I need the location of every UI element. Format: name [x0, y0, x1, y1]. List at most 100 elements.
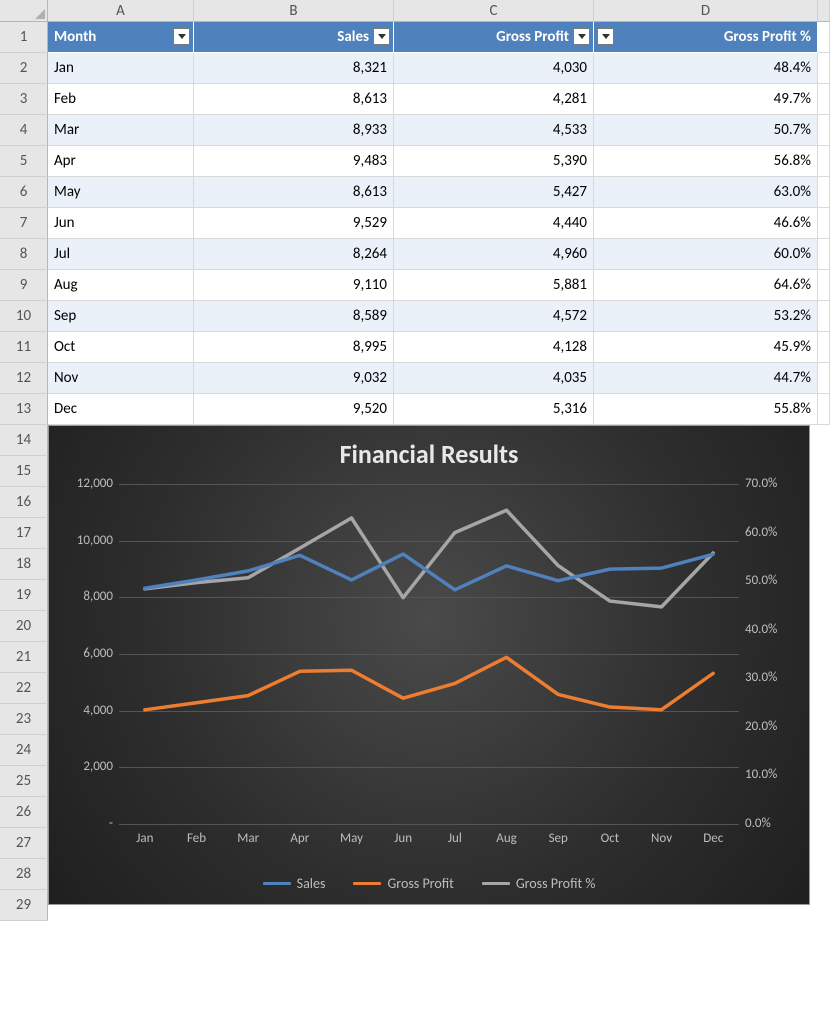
row-header-3[interactable]: 3 [0, 84, 48, 115]
filter-dropdown-icon[interactable] [373, 28, 390, 45]
cell-sales[interactable]: 8,589 [194, 301, 394, 332]
filter-dropdown-icon[interactable] [573, 28, 590, 45]
table-header-gross-profit-pct[interactable]: Gross Profit % [594, 22, 818, 53]
row-header-25[interactable]: 25 [0, 766, 48, 797]
cell-month[interactable]: Jun [48, 208, 194, 239]
cell-month[interactable]: Oct [48, 332, 194, 363]
select-all-corner[interactable] [0, 0, 48, 22]
row-header-23[interactable]: 23 [0, 704, 48, 735]
cell-sales[interactable]: 8,995 [194, 332, 394, 363]
cell-gross-profit[interactable]: 5,390 [394, 146, 594, 177]
cell-sales[interactable]: 8,321 [194, 53, 394, 84]
cell-sales[interactable]: 9,032 [194, 363, 394, 394]
filter-dropdown-icon[interactable] [173, 28, 190, 45]
row-header-26[interactable]: 26 [0, 797, 48, 828]
cell-month[interactable]: Jul [48, 239, 194, 270]
row-header-16[interactable]: 16 [0, 487, 48, 518]
cell-gross-profit-pct[interactable]: 46.6% [594, 208, 818, 239]
cell-gross-profit[interactable]: 4,960 [394, 239, 594, 270]
cell-month[interactable]: Mar [48, 115, 194, 146]
legend-item[interactable]: Gross Profit % [482, 875, 596, 892]
row-header-24[interactable]: 24 [0, 735, 48, 766]
row-header-22[interactable]: 22 [0, 673, 48, 704]
row-header-8[interactable]: 8 [0, 239, 48, 270]
cell-sales[interactable]: 9,483 [194, 146, 394, 177]
row-header-15[interactable]: 15 [0, 456, 48, 487]
row-header-4[interactable]: 4 [0, 115, 48, 146]
row-header-18[interactable]: 18 [0, 549, 48, 580]
y-right-tick: 50.0% [745, 573, 799, 588]
cell-month[interactable]: Dec [48, 394, 194, 425]
col-header-d[interactable]: D [594, 0, 818, 22]
row-header-9[interactable]: 9 [0, 270, 48, 301]
row-header-12[interactable]: 12 [0, 363, 48, 394]
col-header-c[interactable]: C [394, 0, 594, 22]
chart-container[interactable]: Financial Results12,00010,0008,0006,0004… [48, 425, 830, 921]
cell-overflow [818, 53, 830, 84]
filter-dropdown-icon[interactable] [597, 28, 614, 45]
cell-sales[interactable]: 8,613 [194, 177, 394, 208]
table-header-sales[interactable]: Sales [194, 22, 394, 53]
row-header-14[interactable]: 14 [0, 425, 48, 456]
cell-gross-profit[interactable]: 5,316 [394, 394, 594, 425]
cell-sales[interactable]: 9,110 [194, 270, 394, 301]
cell-gross-profit-pct[interactable]: 45.9% [594, 332, 818, 363]
cell-gross-profit[interactable]: 4,035 [394, 363, 594, 394]
table-header-month[interactable]: Month [48, 22, 194, 53]
row-header-17[interactable]: 17 [0, 518, 48, 549]
chart[interactable]: Financial Results12,00010,0008,0006,0004… [48, 425, 810, 905]
cell-sales[interactable]: 8,264 [194, 239, 394, 270]
cell-month[interactable]: Nov [48, 363, 194, 394]
row-header-11[interactable]: 11 [0, 332, 48, 363]
cell-sales[interactable]: 9,529 [194, 208, 394, 239]
row-header-1[interactable]: 1 [0, 22, 48, 53]
table-header-gross-profit[interactable]: Gross Profit [394, 22, 594, 53]
col-header-b[interactable]: B [194, 0, 394, 22]
cell-gross-profit[interactable]: 5,881 [394, 270, 594, 301]
row-header-2[interactable]: 2 [0, 53, 48, 84]
cell-sales[interactable]: 8,933 [194, 115, 394, 146]
cell-gross-profit-pct[interactable]: 64.6% [594, 270, 818, 301]
cell-gross-profit[interactable]: 4,030 [394, 53, 594, 84]
cell-month[interactable]: Apr [48, 146, 194, 177]
legend-item[interactable]: Sales [263, 875, 326, 892]
row-header-29[interactable]: 29 [0, 890, 48, 921]
row-header-27[interactable]: 27 [0, 828, 48, 859]
row-header-5[interactable]: 5 [0, 146, 48, 177]
cell-gross-profit[interactable]: 4,440 [394, 208, 594, 239]
row-header-6[interactable]: 6 [0, 177, 48, 208]
cell-sales[interactable]: 8,613 [194, 84, 394, 115]
series-gross-profit-pct[interactable] [145, 510, 713, 607]
cell-gross-profit-pct[interactable]: 53.2% [594, 301, 818, 332]
cell-gross-profit[interactable]: 5,427 [394, 177, 594, 208]
cell-gross-profit-pct[interactable]: 49.7% [594, 84, 818, 115]
cell-gross-profit-pct[interactable]: 63.0% [594, 177, 818, 208]
cell-month[interactable]: Feb [48, 84, 194, 115]
cell-gross-profit[interactable]: 4,128 [394, 332, 594, 363]
row-header-20[interactable]: 20 [0, 611, 48, 642]
row-header-7[interactable]: 7 [0, 208, 48, 239]
cell-gross-profit[interactable]: 4,533 [394, 115, 594, 146]
cell-gross-profit-pct[interactable]: 55.8% [594, 394, 818, 425]
series-sales[interactable] [145, 554, 713, 590]
row-header-21[interactable]: 21 [0, 642, 48, 673]
cell-gross-profit-pct[interactable]: 60.0% [594, 239, 818, 270]
cell-gross-profit-pct[interactable]: 56.8% [594, 146, 818, 177]
row-header-19[interactable]: 19 [0, 580, 48, 611]
cell-gross-profit-pct[interactable]: 44.7% [594, 363, 818, 394]
cell-gross-profit-pct[interactable]: 48.4% [594, 53, 818, 84]
cell-sales[interactable]: 9,520 [194, 394, 394, 425]
row-header-10[interactable]: 10 [0, 301, 48, 332]
cell-gross-profit[interactable]: 4,281 [394, 84, 594, 115]
cell-month[interactable]: Sep [48, 301, 194, 332]
cell-gross-profit-pct[interactable]: 50.7% [594, 115, 818, 146]
legend-item[interactable]: Gross Profit [353, 875, 453, 892]
cell-month[interactable]: May [48, 177, 194, 208]
row-header-28[interactable]: 28 [0, 859, 48, 890]
cell-month[interactable]: Aug [48, 270, 194, 301]
row-header-13[interactable]: 13 [0, 394, 48, 425]
col-header-a[interactable]: A [48, 0, 194, 22]
cell-month[interactable]: Jan [48, 53, 194, 84]
series-gross-profit[interactable] [145, 657, 713, 709]
cell-gross-profit[interactable]: 4,572 [394, 301, 594, 332]
